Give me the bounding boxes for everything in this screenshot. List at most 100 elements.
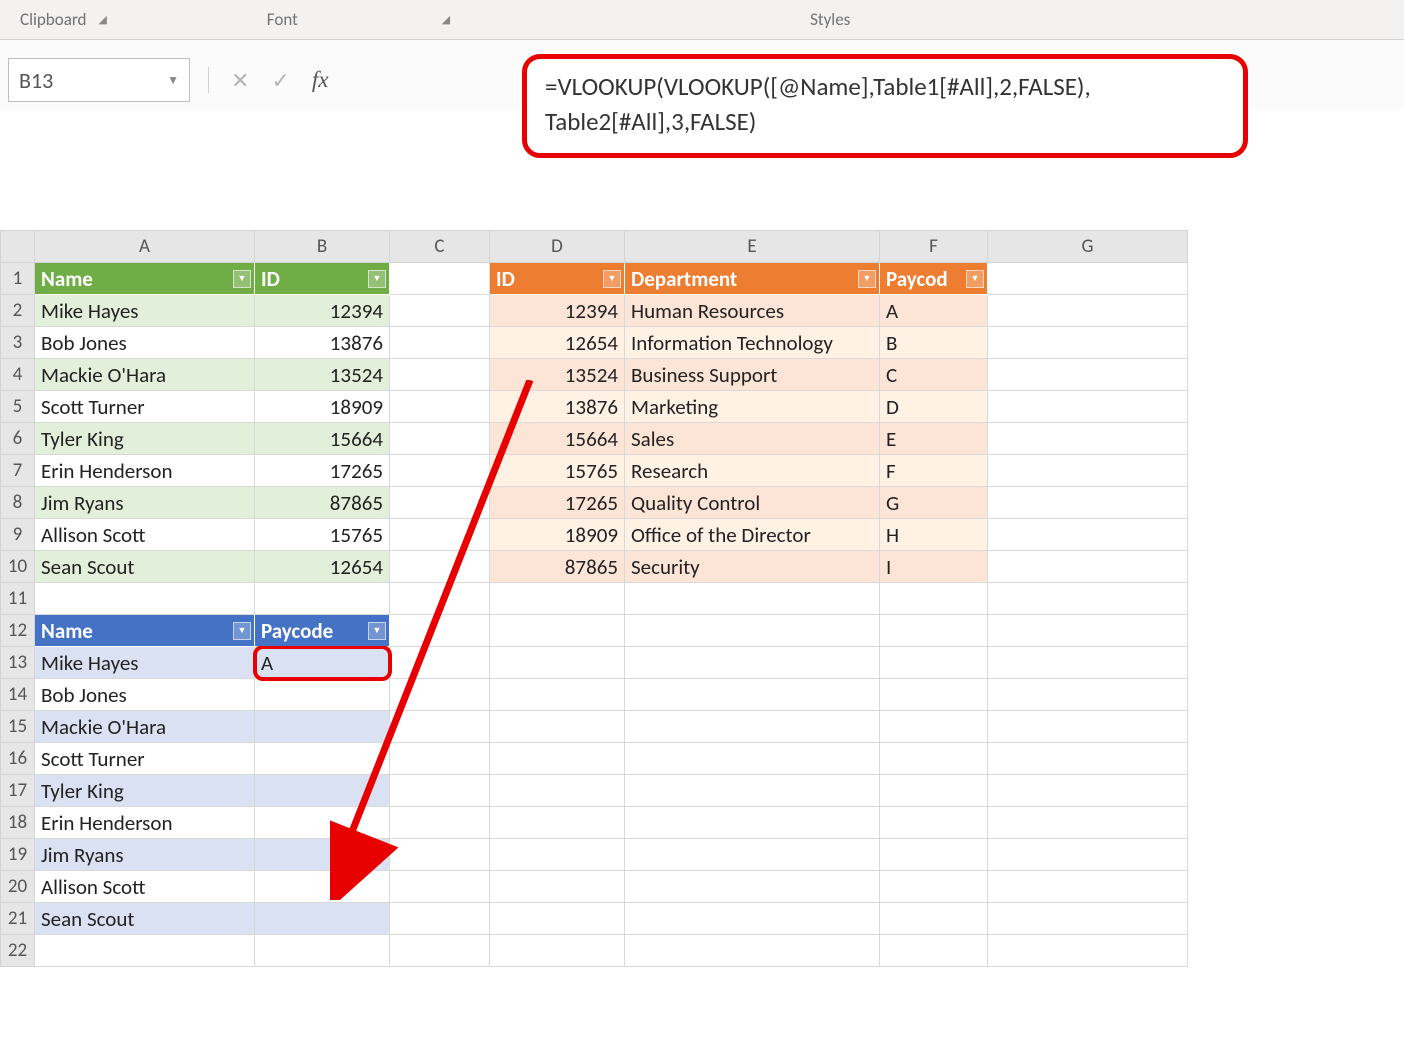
cell[interactable]: Bob Jones	[35, 679, 255, 711]
dialog-launcher-icon[interactable]: ◢	[98, 13, 106, 26]
cell[interactable]: 12394	[490, 295, 625, 327]
cell[interactable]	[880, 679, 988, 711]
cell[interactable]	[390, 519, 490, 551]
cell[interactable]: Jim Ryans	[35, 839, 255, 871]
cell[interactable]: ID▼	[490, 263, 625, 295]
cell[interactable]	[625, 679, 880, 711]
cell[interactable]: Erin Henderson	[35, 807, 255, 839]
row-header[interactable]: 22	[1, 935, 35, 967]
column-header[interactable]: E	[625, 231, 880, 263]
cell[interactable]	[988, 295, 1188, 327]
cell[interactable]: Mike Hayes	[35, 295, 255, 327]
cell[interactable]: H	[880, 519, 988, 551]
cell[interactable]	[390, 647, 490, 679]
cell[interactable]	[390, 391, 490, 423]
cell[interactable]: ID▼	[255, 263, 390, 295]
cell[interactable]	[988, 647, 1188, 679]
row-header[interactable]: 13	[1, 647, 35, 679]
cell[interactable]	[988, 359, 1188, 391]
cell[interactable]: Office of the Director	[625, 519, 880, 551]
column-header[interactable]: A	[35, 231, 255, 263]
cell[interactable]: Paycode▼	[255, 615, 390, 647]
cell[interactable]	[988, 775, 1188, 807]
cell[interactable]: A	[880, 295, 988, 327]
cell[interactable]: Scott Turner	[35, 743, 255, 775]
cell[interactable]: B	[880, 327, 988, 359]
cell[interactable]	[490, 935, 625, 967]
filter-dropdown-icon[interactable]: ▼	[233, 270, 251, 288]
filter-dropdown-icon[interactable]: ▼	[368, 270, 386, 288]
filter-dropdown-icon[interactable]: ▼	[858, 270, 876, 288]
cell[interactable]: F	[880, 455, 988, 487]
cell[interactable]: Department▼	[625, 263, 880, 295]
cell[interactable]: Allison Scott	[35, 519, 255, 551]
cell[interactable]: 17265	[490, 487, 625, 519]
formula-text-line2[interactable]: Table2[#All],3,FALSE)	[545, 104, 1225, 139]
cell[interactable]	[390, 871, 490, 903]
cell[interactable]	[390, 903, 490, 935]
cancel-icon[interactable]: ✕	[231, 67, 249, 94]
cell[interactable]	[390, 775, 490, 807]
row-header[interactable]: 18	[1, 807, 35, 839]
cell[interactable]: 15765	[490, 455, 625, 487]
row-header[interactable]: 17	[1, 775, 35, 807]
cell[interactable]	[988, 871, 1188, 903]
cell[interactable]	[880, 775, 988, 807]
filter-dropdown-icon[interactable]: ▼	[233, 622, 251, 640]
cell[interactable]	[988, 583, 1188, 615]
cell[interactable]	[988, 391, 1188, 423]
cell[interactable]: 12654	[255, 551, 390, 583]
column-header[interactable]: D	[490, 231, 625, 263]
cell[interactable]: Tyler King	[35, 423, 255, 455]
cell[interactable]: Scott Turner	[35, 391, 255, 423]
cell[interactable]	[988, 839, 1188, 871]
cell[interactable]	[988, 263, 1188, 295]
cell[interactable]	[880, 647, 988, 679]
cell[interactable]	[390, 743, 490, 775]
cell[interactable]: 87865	[490, 551, 625, 583]
row-header[interactable]: 15	[1, 711, 35, 743]
cell[interactable]	[390, 839, 490, 871]
cell[interactable]: C	[880, 359, 988, 391]
filter-dropdown-icon[interactable]: ▼	[966, 270, 984, 288]
cell[interactable]	[490, 807, 625, 839]
cell[interactable]	[490, 679, 625, 711]
cell[interactable]	[880, 583, 988, 615]
cell[interactable]	[880, 935, 988, 967]
row-header[interactable]: 7	[1, 455, 35, 487]
cell[interactable]	[255, 807, 390, 839]
column-header[interactable]: B	[255, 231, 390, 263]
row-header[interactable]: 11	[1, 583, 35, 615]
cell[interactable]	[490, 647, 625, 679]
cell[interactable]	[390, 583, 490, 615]
cell[interactable]	[390, 711, 490, 743]
cell[interactable]	[255, 679, 390, 711]
row-header[interactable]: 9	[1, 519, 35, 551]
cell[interactable]	[390, 679, 490, 711]
cell[interactable]	[625, 903, 880, 935]
cell[interactable]	[390, 327, 490, 359]
cell[interactable]: Mackie O'Hara	[35, 711, 255, 743]
ribbon-group-styles[interactable]: Styles	[490, 9, 890, 30]
cell[interactable]: 13876	[490, 391, 625, 423]
cell[interactable]: Name▼	[35, 615, 255, 647]
cell[interactable]: Name▼	[35, 263, 255, 295]
cell[interactable]: 12394	[255, 295, 390, 327]
row-header[interactable]: 2	[1, 295, 35, 327]
cell[interactable]	[880, 743, 988, 775]
cell[interactable]	[490, 711, 625, 743]
cell[interactable]	[625, 711, 880, 743]
cell[interactable]: 17265	[255, 455, 390, 487]
cell[interactable]: Sean Scout	[35, 551, 255, 583]
cell[interactable]	[625, 743, 880, 775]
cell[interactable]: Mike Hayes	[35, 647, 255, 679]
cell[interactable]	[988, 903, 1188, 935]
cell[interactable]: Information Technology	[625, 327, 880, 359]
row-header[interactable]: 21	[1, 903, 35, 935]
row-header[interactable]: 19	[1, 839, 35, 871]
cell[interactable]: D	[880, 391, 988, 423]
cell[interactable]: 15664	[255, 423, 390, 455]
cell[interactable]	[988, 327, 1188, 359]
cell[interactable]	[988, 519, 1188, 551]
cell[interactable]: Bob Jones	[35, 327, 255, 359]
